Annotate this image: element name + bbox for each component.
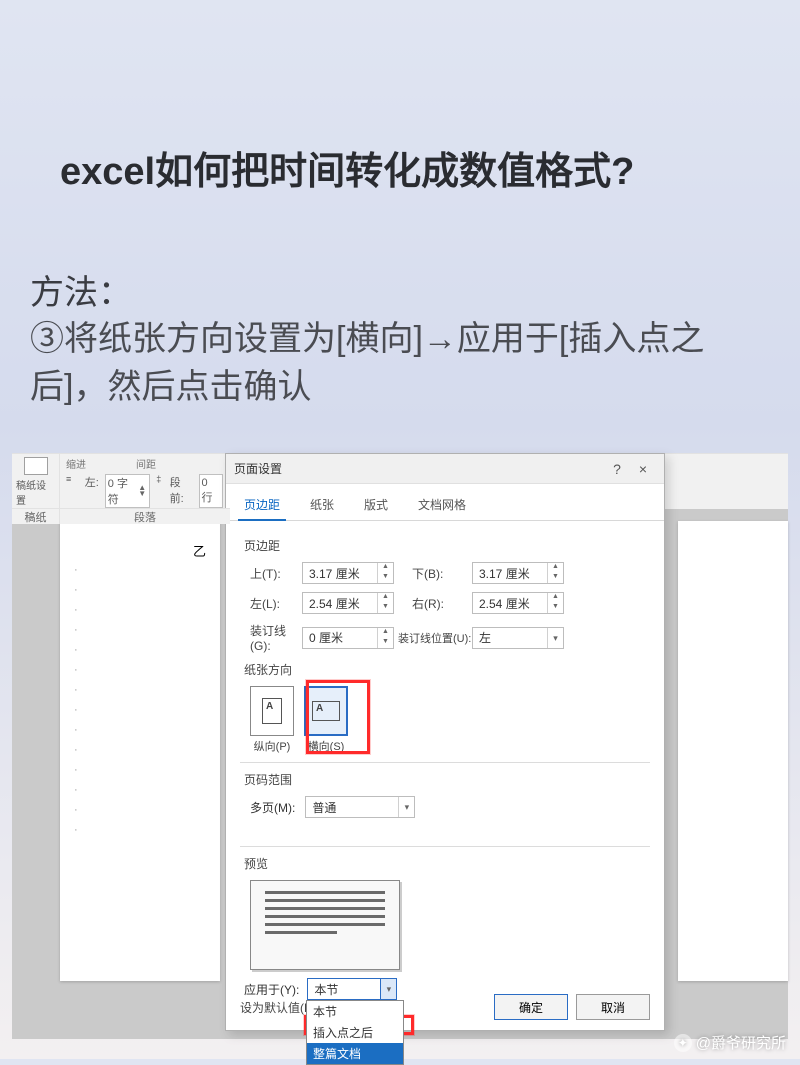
margin-left-input[interactable]: 2.54 厘米▲▼ [302, 592, 394, 614]
gutter-pos-label: 装订线位置(U): [394, 630, 472, 646]
help-button[interactable]: ? [604, 461, 630, 477]
watermark-text: @爵爷研究所 [696, 1032, 786, 1053]
gutter-input[interactable]: 0 厘米▲▼ [302, 627, 394, 649]
margin-right-input[interactable]: 2.54 厘米▲▼ [472, 592, 564, 614]
ribbon-pane-paragraph: 缩进 间距 ≡ 左: 0 字符▲▼ ‡ 段前: 0 行 ≡ 右: 0 字符▲▼ … [60, 454, 230, 509]
ribbon-manuscript-label: 稿纸设置 [16, 477, 55, 507]
orientation-portrait-label: 纵向(P) [250, 738, 294, 754]
margin-left-label: 左(L): [250, 595, 302, 612]
indent-header: 缩进 [66, 456, 130, 471]
gutter-label: 装订线(G): [250, 622, 302, 653]
document-page-right [678, 521, 788, 981]
apply-to-dropdown[interactable]: 本节 插入点之后 整篇文档 [306, 1000, 404, 1065]
gutter-pos-select[interactable]: 左▾ [472, 627, 564, 649]
orientation-landscape-label: 横向(S) [304, 738, 348, 754]
preview-section-label: 预览 [244, 855, 650, 872]
spacing-before-label: 段前: [170, 474, 193, 508]
dialog-title: 页面设置 [234, 460, 282, 477]
margin-top-label: 上(T): [250, 565, 302, 582]
dialog-titlebar[interactable]: 页面设置 ? × [226, 454, 664, 484]
tab-paper[interactable]: 纸张 [304, 490, 340, 520]
margins-section-label: 页边距 [244, 537, 650, 554]
close-button[interactable]: × [630, 461, 656, 477]
doc-char: 乙 [74, 541, 206, 560]
page-title: excel如何把时间转化成数值格式? [60, 140, 750, 195]
ribbon-group-paragraph: 段落 [60, 509, 230, 524]
spacing-header: 间距 [136, 456, 156, 471]
margin-bottom-label: 下(B): [394, 565, 472, 582]
paw-icon: ✦ [674, 1034, 692, 1052]
document-page-left: 乙 ··· ··· ··· ··· ·· [60, 521, 220, 981]
indent-left-input[interactable]: 0 字符▲▼ [105, 474, 151, 508]
method-text: ③将纸张方向设置为[横向]→应用于[插入点之后]，然后点击确认 [30, 316, 770, 411]
ribbon-pane-manuscript[interactable]: 稿纸设置 [12, 454, 60, 509]
page-setup-dialog: 页面设置 ? × 页边距 纸张 版式 文档网格 页边距 上(T): 3.17 厘… [225, 453, 665, 1031]
apply-option-after-insert[interactable]: 插入点之后 [307, 1022, 403, 1043]
tab-docgrid[interactable]: 文档网格 [412, 490, 472, 520]
preview-thumbnail [250, 880, 400, 970]
orientation-portrait[interactable]: A 纵向(P) [250, 686, 294, 754]
tab-margins[interactable]: 页边距 [238, 490, 286, 521]
tab-layout[interactable]: 版式 [358, 490, 394, 520]
multipage-label: 多页(M): [250, 799, 295, 816]
ribbon-group-manuscript: 稿纸 [12, 509, 60, 524]
watermark: ✦ @爵爷研究所 [674, 1032, 786, 1053]
apply-option-section[interactable]: 本节 [307, 1001, 403, 1022]
method-label: 方法： [30, 265, 770, 314]
orientation-landscape[interactable]: A 横向(S) [304, 686, 348, 754]
orientation-section-label: 纸张方向 [244, 661, 650, 678]
margin-right-label: 右(R): [394, 595, 472, 612]
manuscript-icon [24, 457, 48, 475]
multipage-select[interactable]: 普通▾ [305, 796, 415, 818]
ok-button[interactable]: 确定 [494, 994, 568, 1020]
cancel-button[interactable]: 取消 [576, 994, 650, 1020]
apply-option-whole-doc[interactable]: 整篇文档 [307, 1043, 403, 1064]
spacing-before-input[interactable]: 0 行 [199, 474, 223, 508]
margin-top-input[interactable]: 3.17 厘米▲▼ [302, 562, 394, 584]
margin-bottom-input[interactable]: 3.17 厘米▲▼ [472, 562, 564, 584]
pagerange-section-label: 页码范围 [244, 771, 650, 788]
dialog-tabs: 页边距 纸张 版式 文档网格 [226, 484, 664, 521]
indent-left-label: 左: [85, 474, 99, 508]
